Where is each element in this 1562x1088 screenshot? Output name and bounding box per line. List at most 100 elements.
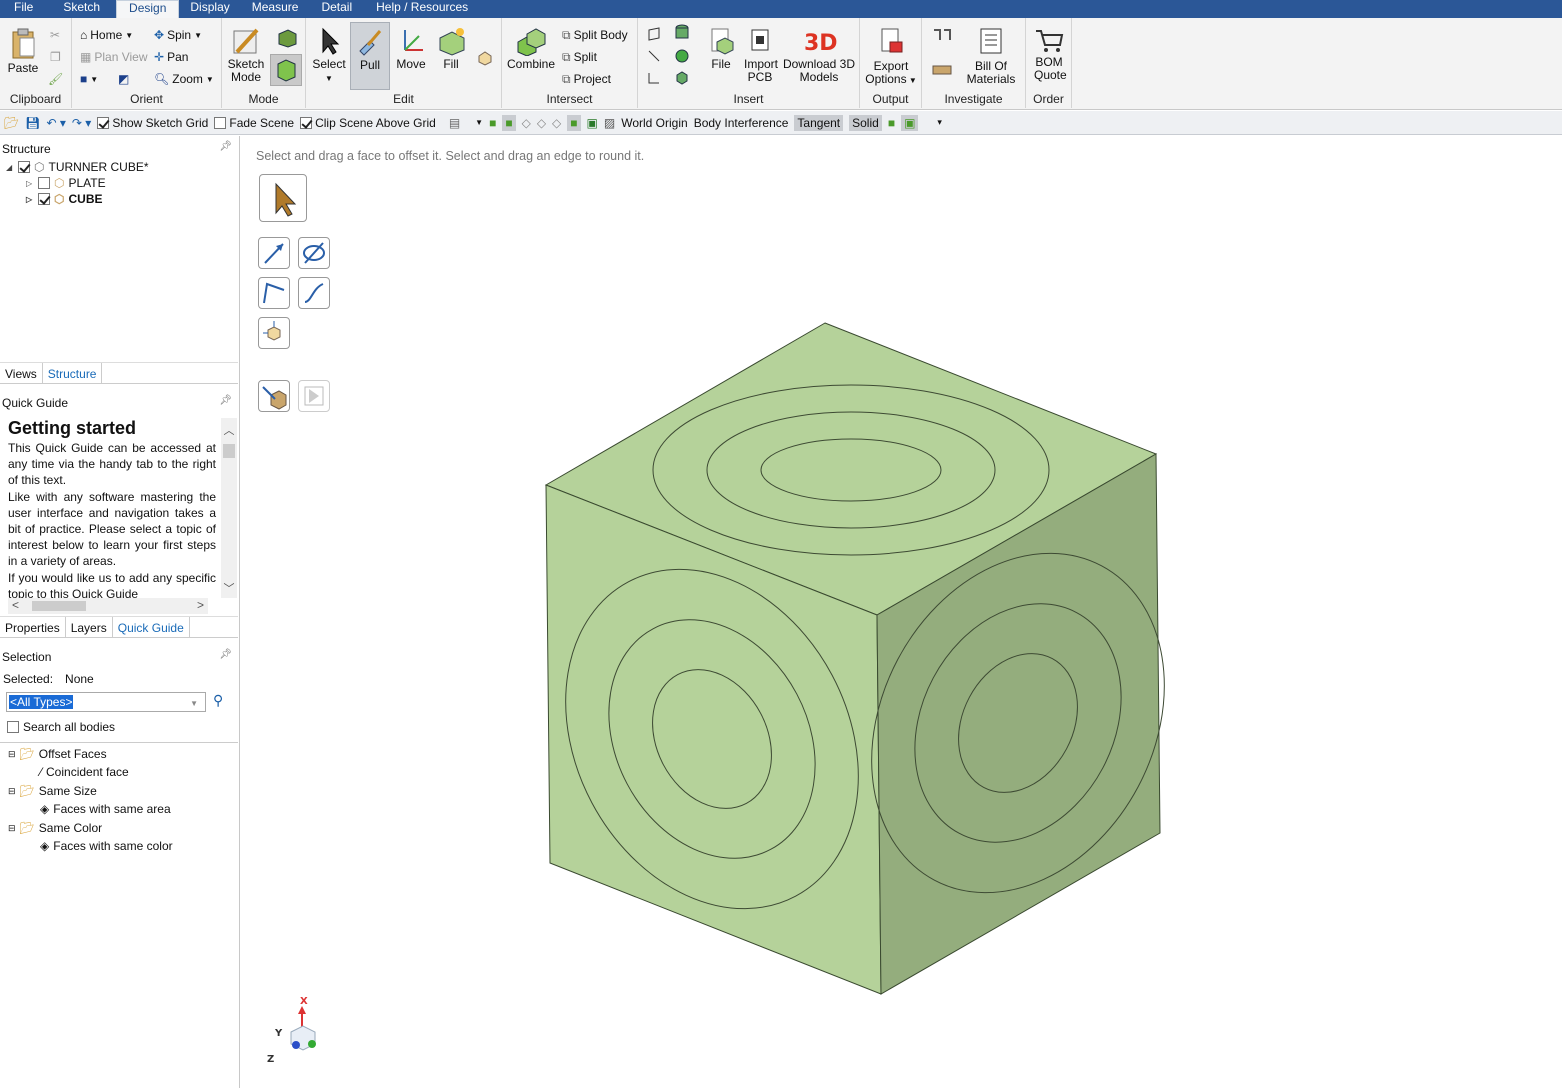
tree-root[interactable]: ◢ ⬡ TURNNER CUBE* [6,160,149,174]
import-pcb-button[interactable]: Import PCB [740,26,780,84]
bom-quote-button[interactable]: BOM Quote [1030,26,1068,82]
3d-mode-button[interactable] [270,54,302,86]
root-checkbox[interactable] [18,161,30,173]
scroll-right-icon[interactable]: > [197,598,204,612]
view-cube-button[interactable]: ■ ▼ [80,70,98,88]
check-geometry-icon[interactable] [930,26,954,48]
group-offset-faces[interactable]: ⊟ 📂︎ Offset Faces [8,747,107,761]
sphere-icon[interactable] [674,48,690,64]
combine-button[interactable]: Combine [506,26,556,71]
scroll-up-icon[interactable]: ︿ [221,422,237,438]
line-icon[interactable] [646,48,662,64]
copy-icon[interactable]: ❐ [50,48,61,66]
collapse-icon[interactable]: ⊟ [8,823,16,834]
tab-views[interactable]: Views [0,363,43,383]
tab-layers[interactable]: Layers [66,617,113,637]
cube-checkbox[interactable] [38,193,50,205]
pull-direction-tool[interactable] [258,237,290,269]
page-icon[interactable]: ▤ [449,116,460,130]
group-same-size[interactable]: ⊟ 📂︎ Same Size [8,784,97,798]
scroll-thumb[interactable] [32,601,86,611]
select-tool-button[interactable] [259,174,307,222]
transparent-view-icon[interactable]: ▣ [587,116,598,130]
project-button[interactable]: ⧉ Project [562,70,611,88]
world-origin-toggle[interactable]: World Origin [621,116,687,130]
body-color-icon[interactable]: ■ [888,116,895,130]
outline-view-icon[interactable]: ◇ [552,116,561,130]
option-same-area[interactable]: ◈ Faces with same area [40,802,171,816]
menu-design[interactable]: Design [116,0,180,18]
pull-button[interactable]: Pull [350,22,390,90]
pivot-tool[interactable] [258,317,290,349]
collapse-icon[interactable]: ⊟ [8,786,16,797]
sweep-tool[interactable] [298,277,330,309]
clip-scene-checkbox[interactable] [300,116,313,129]
search-all-bodies-checkbox[interactable] [7,721,19,733]
split-button[interactable]: ⧉ Split [562,48,597,66]
menu-display[interactable]: Display [179,0,240,18]
wireframe-view-icon[interactable]: ◇ [522,116,531,130]
tree-item-plate[interactable]: ▷ ⬡ PLATE [26,176,106,190]
solid-view-icon[interactable]: ■ [489,116,496,130]
edges-view-icon[interactable]: ■ [567,114,581,131]
paste-button[interactable]: Paste [6,26,40,75]
scroll-thumb[interactable] [223,444,235,458]
shaded-view-icon[interactable]: ■ [502,114,516,131]
pull-options-tool[interactable] [258,380,290,412]
move-button[interactable]: Move [394,26,428,71]
hidden-line-icon[interactable]: ◇ [537,116,546,130]
draft-tool[interactable] [258,277,290,309]
tab-quick-guide[interactable]: Quick Guide [113,617,190,637]
body-interference-toggle[interactable]: Body Interference [694,116,789,130]
fade-scene-checkbox[interactable] [214,116,227,129]
grid-lines-icon[interactable]: ▨ [604,116,615,130]
menu-help[interactable]: Help / Resources [364,0,480,18]
cut-icon[interactable]: ✂ [50,26,60,44]
menu-sketch[interactable]: Sketch [47,0,116,18]
axis-icon[interactable] [646,70,662,86]
design-viewport[interactable]: Select and drag a face to offset it. Sel… [245,140,1562,1088]
tangent-toggle[interactable]: Tangent [794,114,844,131]
quick-guide-vertical-scrollbar[interactable]: ︿ ﹀ [221,418,237,598]
fade-scene-toggle[interactable]: Fade Scene [214,116,294,130]
bill-of-materials-button[interactable]: Bill Of Materials [958,26,1024,86]
tree-item-cube[interactable]: ▷ ⬡ CUBE [26,192,103,206]
redo-icon[interactable]: ↷ ▾ [72,116,91,130]
plane-icon[interactable] [646,26,662,42]
pin-icon[interactable]: 📌︎ [219,141,232,152]
menu-detail[interactable]: Detail [309,0,364,18]
option-same-color[interactable]: ◈ Faces with same color [40,839,173,853]
clip-scene-toggle[interactable]: Clip Scene Above Grid [300,116,436,130]
collapse-icon[interactable]: ⊟ [8,749,16,760]
split-body-button[interactable]: ⧉ Split Body [562,26,628,44]
open-folder-icon[interactable]: 📂︎ [4,116,19,130]
pin-icon[interactable]: 📌︎ [219,395,232,406]
measure-tool-icon[interactable] [930,58,954,80]
search-icon[interactable]: ⚲ [213,692,223,709]
revolve-tool[interactable] [298,237,330,269]
pin-icon[interactable]: 📌︎ [219,649,232,660]
home-button[interactable]: ⌂ Home ▼ [80,26,133,44]
show-sketch-grid-checkbox[interactable] [97,116,110,129]
format-painter-icon[interactable]: 🖌 [48,70,63,88]
pan-button[interactable]: ✛ Pan [154,48,188,66]
tweak-face-icon[interactable] [476,48,494,66]
dropdown-arrow-icon[interactable]: ▼ [189,697,199,711]
cylinder-icon[interactable] [674,24,690,42]
collapse-icon[interactable]: ◢ [6,163,14,172]
tab-properties[interactable]: Properties [0,617,66,637]
expand-icon[interactable]: ▷ [26,179,34,188]
quick-guide-horizontal-scrollbar[interactable]: < > [8,598,208,614]
select-button[interactable]: Select ▼ [312,26,346,85]
option-coincident-face[interactable]: ⁄ Coincident face [40,765,129,779]
menu-measure[interactable]: Measure [241,0,310,18]
shell-icon[interactable] [674,70,690,86]
show-sketch-grid-toggle[interactable]: Show Sketch Grid [97,116,208,130]
scroll-left-icon[interactable]: < [12,598,19,612]
export-options-button[interactable]: Export Options ▼ [864,26,918,87]
save-icon[interactable]: 💾︎ [25,116,40,130]
sketch-mode-button[interactable]: Sketch Mode [226,26,266,84]
complete-tool[interactable] [298,380,330,412]
selection-type-filter[interactable]: <All Types> ▼ [6,692,206,712]
plan-view-button[interactable]: ▦ Plan View [80,48,148,66]
